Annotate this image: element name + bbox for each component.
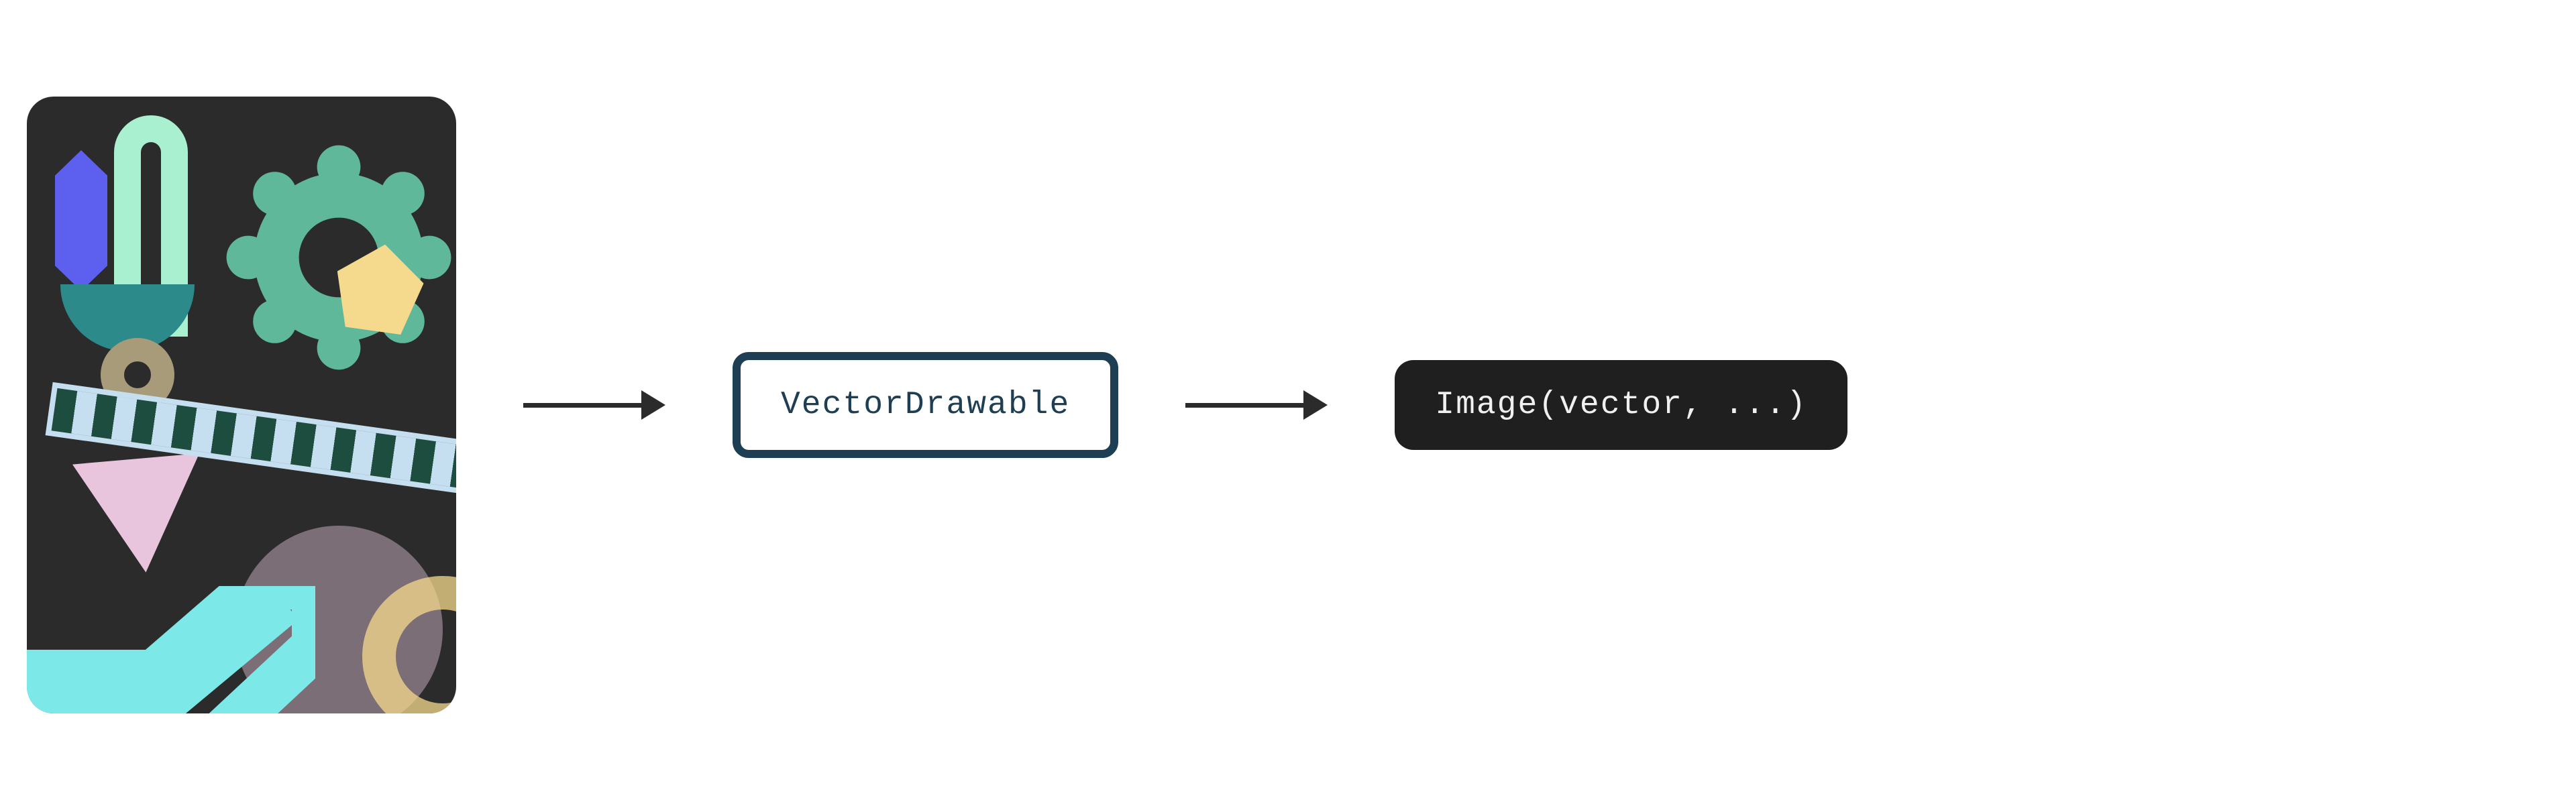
hexagon-shape-icon (55, 150, 107, 291)
image-code-node: Image(vector, ...) (1395, 360, 1847, 450)
image-code-label: Image(vector, ...) (1435, 387, 1807, 423)
vector-drawable-node: VectorDrawable (733, 352, 1118, 458)
gear-shape-icon (218, 137, 456, 378)
arrow-head (1303, 390, 1328, 420)
arrow-line (523, 403, 644, 408)
arrow-head (641, 390, 665, 420)
vector-drawable-label: VectorDrawable (781, 387, 1070, 423)
triangle-shape-icon (72, 453, 209, 578)
angle-shape-icon (27, 586, 315, 713)
arrow-icon (1185, 390, 1328, 420)
abstract-shapes-graphic (27, 97, 456, 713)
arrow-icon (523, 390, 665, 420)
arrow-line (1185, 403, 1306, 408)
flow-diagram: VectorDrawable Image(vector, ...) (27, 97, 1847, 713)
